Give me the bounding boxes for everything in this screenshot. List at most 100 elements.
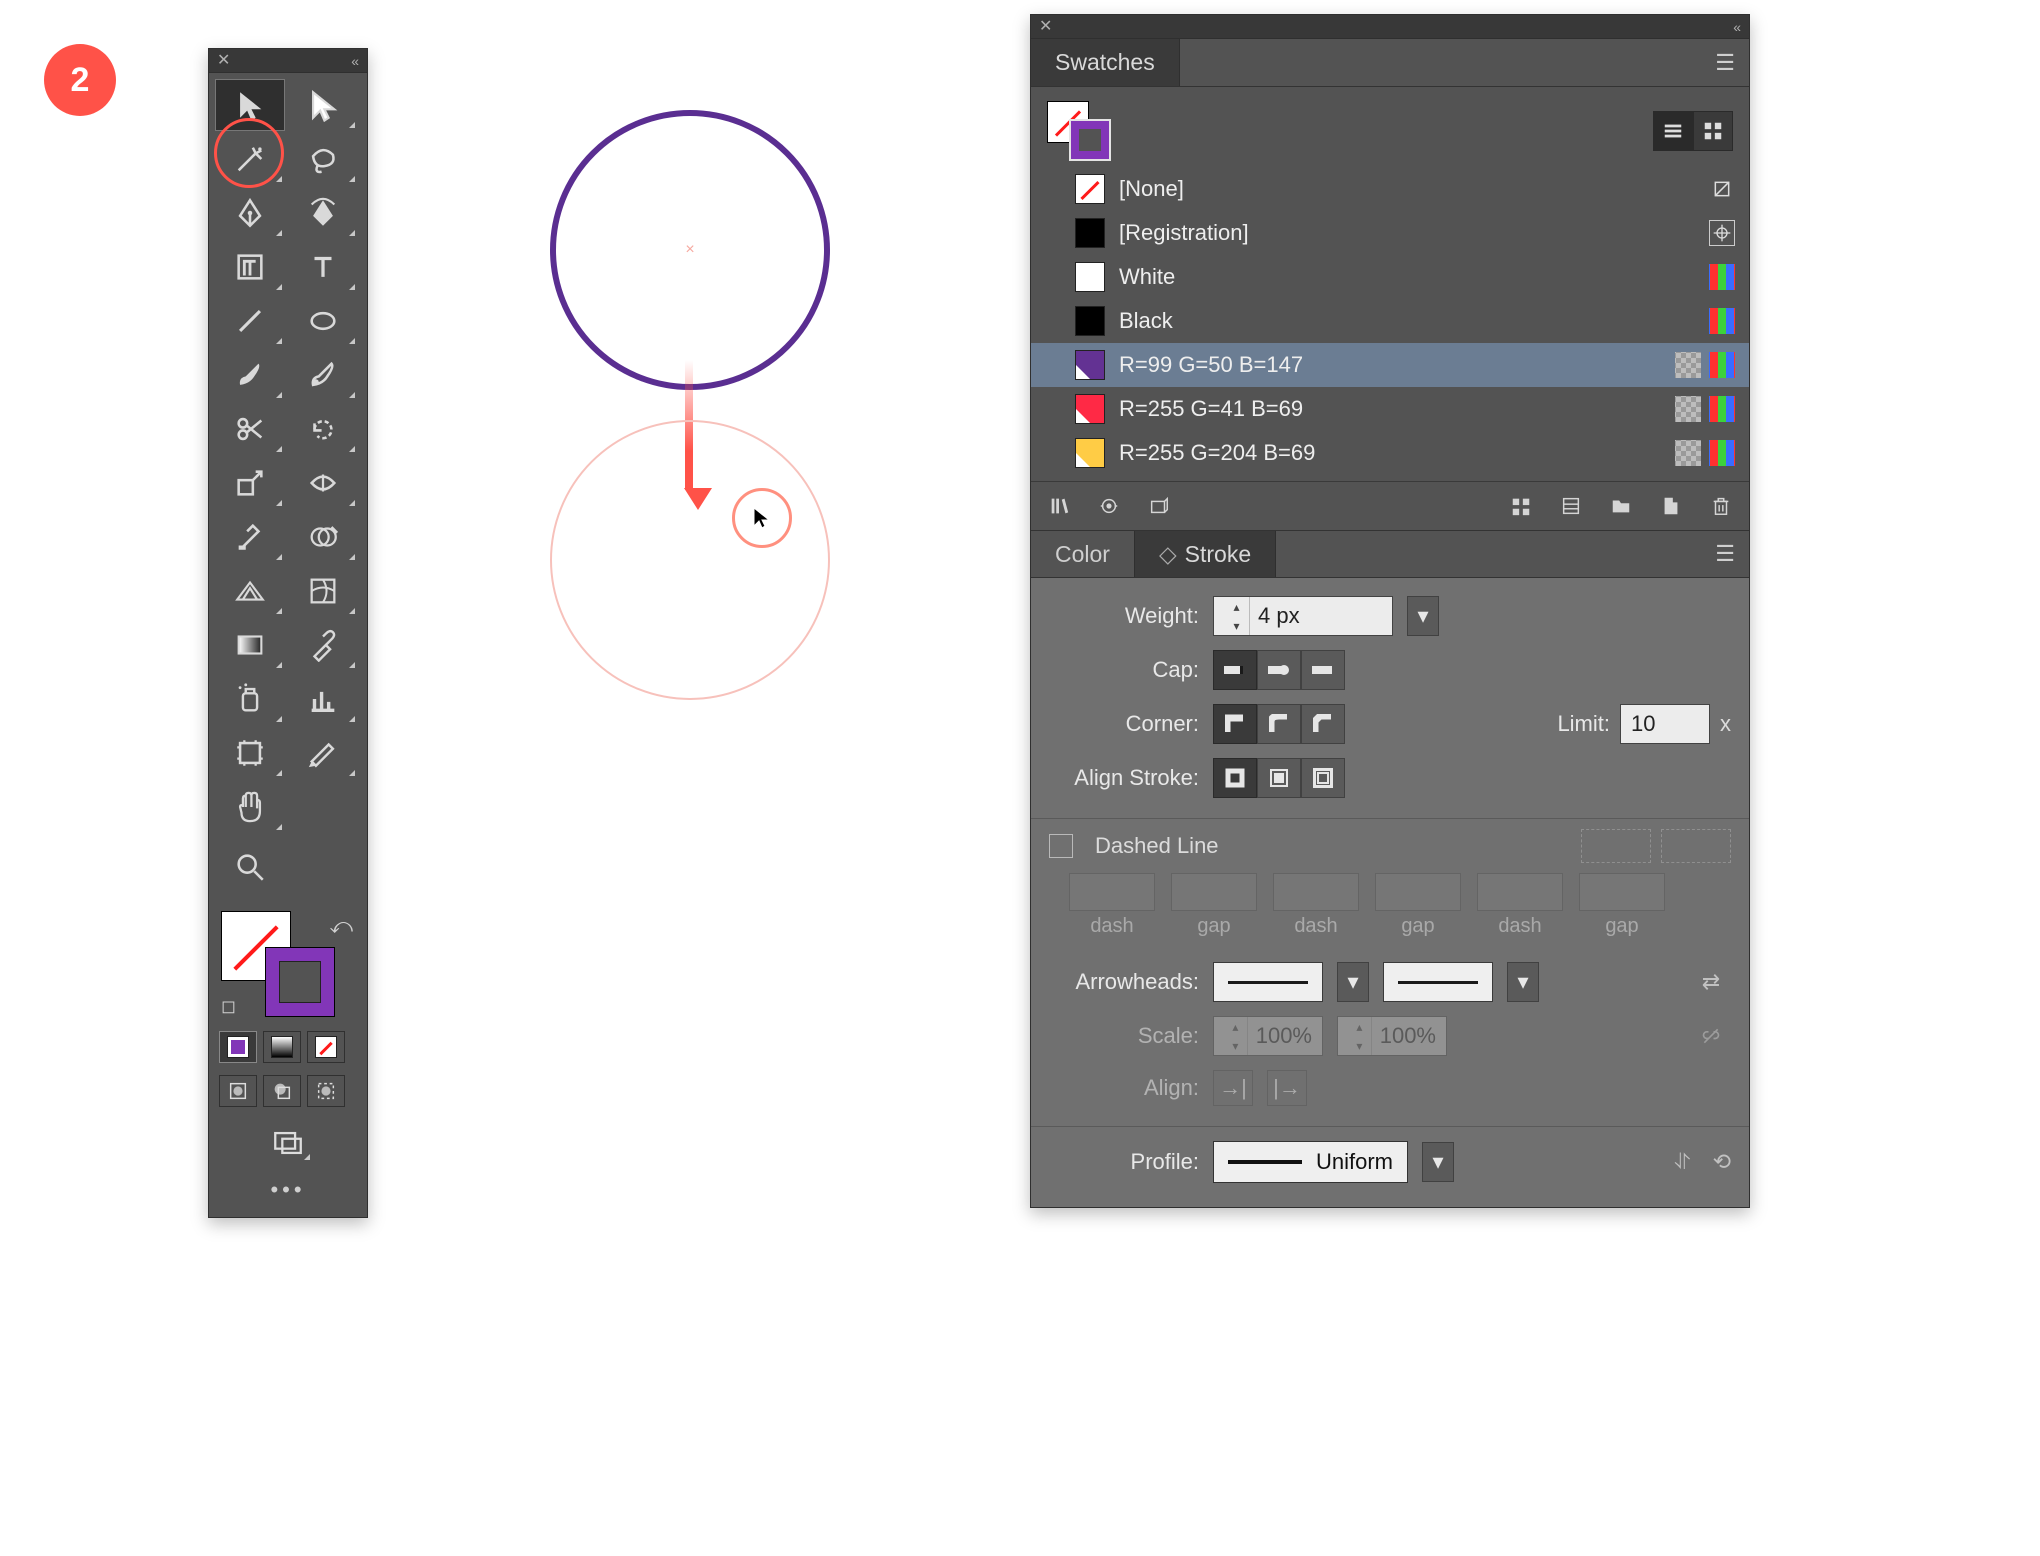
dashed-line-checkbox[interactable] xyxy=(1049,834,1073,858)
arrowhead-end-dropdown[interactable]: ▾ xyxy=(1507,962,1539,1002)
dash-dash-input-4[interactable] xyxy=(1477,873,1563,911)
close-icon[interactable]: ✕ xyxy=(1039,19,1052,35)
scissors-tool[interactable] xyxy=(215,403,285,455)
tab-swatches[interactable]: Swatches xyxy=(1031,39,1180,86)
new-color-group-button[interactable] xyxy=(1507,492,1535,520)
hand-tool[interactable] xyxy=(215,781,285,833)
swap-fill-stroke-icon[interactable]: ⤺ xyxy=(329,913,353,939)
direct-selection-tool[interactable] xyxy=(288,79,358,131)
limit-field[interactable] xyxy=(1620,704,1710,744)
lasso-tool[interactable] xyxy=(288,133,358,185)
close-icon[interactable]: ✕ xyxy=(217,53,230,69)
cap-round-button[interactable] xyxy=(1257,650,1301,690)
none-mode-button[interactable] xyxy=(307,1031,345,1063)
panel-menu-icon[interactable]: ☰ xyxy=(1715,50,1749,76)
ellipse-tool[interactable] xyxy=(288,295,358,347)
limit-input[interactable] xyxy=(1631,711,1701,737)
profile-dropdown[interactable]: ▾ xyxy=(1422,1142,1454,1182)
eyedropper-tool[interactable] xyxy=(288,619,358,671)
swatch-list-button[interactable] xyxy=(1557,492,1585,520)
align-outside-button[interactable] xyxy=(1301,758,1345,798)
column-graph-tool[interactable] xyxy=(288,673,358,725)
area-type-tool[interactable] xyxy=(215,241,285,293)
profile-select[interactable]: Uniform xyxy=(1213,1141,1408,1183)
dash-preserve-button[interactable] xyxy=(1581,829,1651,863)
paintbrush-tool[interactable] xyxy=(215,349,285,401)
perspective-grid-tool[interactable] xyxy=(215,565,285,617)
magic-wand-tool[interactable] xyxy=(215,133,285,185)
align-center-button[interactable] xyxy=(1213,758,1257,798)
swatch-row[interactable]: [None] xyxy=(1031,167,1749,211)
swatch-row[interactable]: R=99 G=50 B=147 xyxy=(1031,343,1749,387)
type-tool[interactable] xyxy=(288,241,358,293)
slice-tool[interactable] xyxy=(288,727,358,779)
arrow-align-tip-button[interactable]: |→ xyxy=(1267,1070,1307,1106)
dash-gap-input-3[interactable] xyxy=(1375,873,1461,911)
swatch-row[interactable]: White xyxy=(1031,255,1749,299)
dash-dash-input-2[interactable] xyxy=(1273,873,1359,911)
mesh-tool[interactable] xyxy=(288,565,358,617)
swatch-row[interactable]: R=255 G=204 B=69 xyxy=(1031,431,1749,475)
panel-menu-icon[interactable]: ☰ xyxy=(1715,541,1749,567)
align-inside-button[interactable] xyxy=(1257,758,1301,798)
zoom-tool[interactable] xyxy=(215,841,285,893)
swap-arrowheads-button[interactable]: ⇄ xyxy=(1691,964,1731,1000)
arrowhead-end[interactable] xyxy=(1383,962,1493,1002)
collapse-icon[interactable]: « xyxy=(1733,19,1741,35)
delete-swatch-button[interactable] xyxy=(1707,492,1735,520)
new-swatch-button[interactable] xyxy=(1657,492,1685,520)
artwork-circle[interactable]: × xyxy=(550,110,830,390)
swatch-options-button[interactable] xyxy=(1145,492,1173,520)
arrowhead-start[interactable] xyxy=(1213,962,1323,1002)
dash-align-button[interactable] xyxy=(1661,829,1731,863)
flip-across-button[interactable]: ⟲ xyxy=(1713,1149,1731,1175)
anchor-tool[interactable] xyxy=(215,511,285,563)
weight-stepper[interactable]: ▴▾ xyxy=(1224,597,1250,635)
arrowhead-start-dropdown[interactable]: ▾ xyxy=(1337,962,1369,1002)
arrow-scale-start[interactable]: ▴▾ 100% xyxy=(1213,1016,1323,1056)
flip-along-button[interactable]: ⥯ xyxy=(1674,1149,1690,1175)
arrow-scale-end[interactable]: ▴▾ 100% xyxy=(1337,1016,1447,1056)
pen-tool[interactable] xyxy=(215,187,285,239)
line-segment-tool[interactable] xyxy=(215,295,285,347)
weight-field[interactable]: ▴▾ 4 px xyxy=(1213,596,1393,636)
dash-dash-input-0[interactable] xyxy=(1069,873,1155,911)
swatch-row[interactable]: Black xyxy=(1031,299,1749,343)
cap-butt-button[interactable] xyxy=(1213,650,1257,690)
weight-dropdown[interactable]: ▾ xyxy=(1407,596,1439,636)
list-view-button[interactable] xyxy=(1653,111,1693,151)
arrow-align-extend-button[interactable]: →| xyxy=(1213,1070,1253,1106)
blob-brush-tool[interactable] xyxy=(288,349,358,401)
symbol-sprayer-tool[interactable] xyxy=(215,673,285,725)
selection-tool[interactable] xyxy=(215,79,285,131)
width-tool[interactable] xyxy=(288,457,358,509)
stroke-swatch[interactable] xyxy=(265,947,335,1017)
collapse-icon[interactable]: « xyxy=(351,53,359,69)
corner-round-button[interactable] xyxy=(1257,704,1301,744)
link-scale-button[interactable] xyxy=(1691,1018,1731,1054)
curvature-tool[interactable] xyxy=(288,187,358,239)
scale-tool[interactable] xyxy=(215,457,285,509)
new-folder-button[interactable] xyxy=(1607,492,1635,520)
draw-inside-button[interactable] xyxy=(307,1075,345,1107)
dash-gap-input-5[interactable] xyxy=(1579,873,1665,911)
grid-view-button[interactable] xyxy=(1693,111,1733,151)
artboard-tool[interactable] xyxy=(215,727,285,779)
swatch-row[interactable]: [Registration] xyxy=(1031,211,1749,255)
default-fill-stroke-icon[interactable]: ◻ xyxy=(221,996,236,1017)
draw-behind-button[interactable] xyxy=(263,1075,301,1107)
swatch-row[interactable]: R=255 G=41 B=69 xyxy=(1031,387,1749,431)
fill-stroke-indicator[interactable]: ⤺ ◻ xyxy=(215,911,361,1019)
color-mode-button[interactable] xyxy=(219,1031,257,1063)
gradient-tool[interactable] xyxy=(215,619,285,671)
tab-stroke[interactable]: ◇ Stroke xyxy=(1135,531,1276,577)
show-kinds-button[interactable] xyxy=(1095,492,1123,520)
swatch-libraries-button[interactable] xyxy=(1045,492,1073,520)
swatches-fill-stroke[interactable] xyxy=(1047,101,1119,161)
screen-mode-button[interactable] xyxy=(263,1123,313,1163)
gradient-mode-button[interactable] xyxy=(263,1031,301,1063)
edit-toolbar-button[interactable]: ••• xyxy=(209,1163,367,1203)
rotate-tool[interactable] xyxy=(288,403,358,455)
corner-miter-button[interactable] xyxy=(1213,704,1257,744)
tab-color[interactable]: Color xyxy=(1031,531,1135,577)
